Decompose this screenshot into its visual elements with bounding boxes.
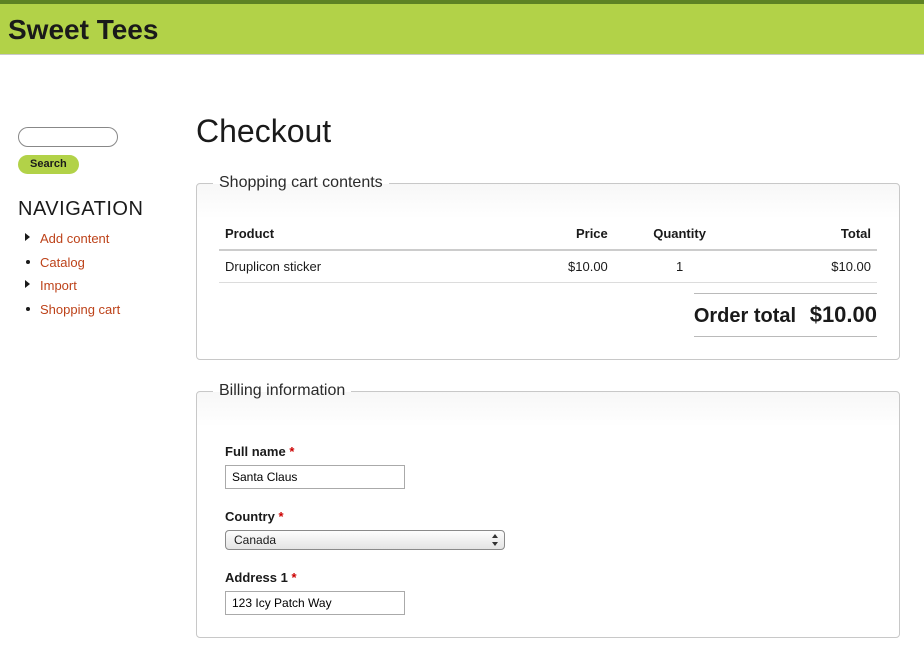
- nav-link[interactable]: Catalog: [40, 255, 85, 270]
- navigation-list: Add content Catalog Import Shopping cart: [18, 229, 180, 319]
- cart-row-quantity: 1: [614, 250, 746, 283]
- billing-information-panel: Billing information Full name * Country …: [196, 382, 900, 638]
- cart-table-row: Druplicon sticker $10.00 1 $10.00: [219, 250, 877, 283]
- nav-link[interactable]: Shopping cart: [40, 302, 120, 317]
- cart-row-product: Druplicon sticker: [219, 250, 482, 283]
- country-select[interactable]: Canada: [225, 530, 505, 550]
- cart-row-total: $10.00: [745, 250, 877, 283]
- order-total-row: Order total $10.00: [219, 293, 877, 337]
- billing-information-legend: Billing information: [213, 382, 351, 400]
- cart-contents-legend: Shopping cart contents: [213, 174, 389, 192]
- search-block: Search: [18, 127, 180, 174]
- bullet-icon: [26, 260, 30, 264]
- required-marker: *: [289, 444, 294, 459]
- site-name[interactable]: Sweet Tees: [8, 14, 158, 46]
- bullet-icon: [26, 307, 30, 311]
- label-text: Country: [225, 509, 275, 524]
- nav-item-catalog[interactable]: Catalog: [22, 253, 180, 273]
- label-text: Address 1: [225, 570, 288, 585]
- country-label: Country *: [225, 509, 877, 524]
- cart-table: Product Price Quantity Total Druplicon s…: [219, 218, 877, 283]
- col-quantity-header: Quantity: [614, 218, 746, 250]
- nav-item-import[interactable]: Import: [22, 276, 180, 296]
- select-arrows-icon: [488, 532, 500, 548]
- nav-item-add-content[interactable]: Add content: [22, 229, 180, 249]
- cart-row-price: $10.00: [482, 250, 614, 283]
- address-1-label: Address 1 *: [225, 570, 877, 585]
- field-address-1: Address 1 *: [225, 570, 877, 615]
- field-country: Country * Canada: [225, 509, 877, 550]
- site-header: Sweet Tees: [0, 0, 924, 55]
- full-name-input[interactable]: [225, 465, 405, 489]
- navigation-heading: NAVIGATION: [18, 198, 180, 221]
- field-full-name: Full name *: [225, 444, 877, 489]
- main-content: Checkout Shopping cart contents Product …: [190, 55, 924, 660]
- required-marker: *: [278, 509, 283, 524]
- caret-right-icon: [25, 280, 30, 288]
- search-button[interactable]: Search: [18, 155, 79, 174]
- page-title: Checkout: [196, 113, 900, 150]
- label-text: Full name: [225, 444, 286, 459]
- full-name-label: Full name *: [225, 444, 877, 459]
- required-marker: *: [292, 570, 297, 585]
- nav-item-shopping-cart[interactable]: Shopping cart: [22, 300, 180, 320]
- cart-contents-panel: Shopping cart contents Product Price Qua…: [196, 174, 900, 360]
- address-1-input[interactable]: [225, 591, 405, 615]
- cart-table-header-row: Product Price Quantity Total: [219, 218, 877, 250]
- order-total-value: $10.00: [810, 302, 877, 327]
- col-total-header: Total: [745, 218, 877, 250]
- search-input[interactable]: [18, 127, 118, 147]
- sidebar: Search NAVIGATION Add content Catalog Im…: [0, 55, 190, 660]
- nav-link[interactable]: Add content: [40, 231, 109, 246]
- caret-right-icon: [25, 233, 30, 241]
- col-price-header: Price: [482, 218, 614, 250]
- order-total-label: Order total: [694, 305, 806, 327]
- nav-link[interactable]: Import: [40, 278, 77, 293]
- col-product-header: Product: [219, 218, 482, 250]
- country-select-value: Canada: [234, 533, 276, 547]
